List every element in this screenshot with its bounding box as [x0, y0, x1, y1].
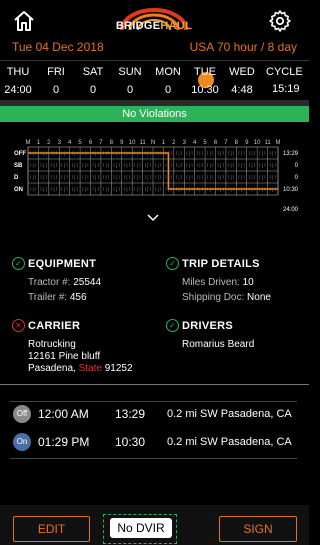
hour-label: 9	[120, 140, 124, 146]
grand-total: 24:00	[283, 207, 299, 213]
hour-label: 1	[37, 140, 41, 146]
shipping-doc-row: Shipping Doc: None	[182, 292, 271, 303]
check-icon: ✓	[166, 257, 179, 270]
day-label-fri[interactable]: FRI	[39, 66, 73, 78]
divider	[0, 60, 309, 61]
home-icon[interactable]	[12, 9, 36, 33]
hour-label: M	[26, 140, 31, 146]
event-duration: 10:30	[115, 435, 146, 449]
day-label-tue[interactable]: TUE	[188, 66, 222, 78]
event-time: 12:00 AM	[38, 407, 89, 421]
carrier-city-state: Pasadena, State 91252	[28, 363, 133, 374]
row-total-d: 0	[295, 175, 299, 181]
hour-label: 7	[224, 140, 228, 146]
cycle-value: 15:19	[272, 83, 300, 95]
dvir-button[interactable]: No DVIR	[110, 518, 172, 538]
row-total-sb: 0	[295, 163, 299, 169]
day-label-wed[interactable]: WED	[225, 66, 259, 78]
row-label-d: D	[14, 175, 19, 181]
hour-label: 3	[183, 140, 187, 146]
hour-label: 5	[203, 140, 207, 146]
event-time: 01:29 PM	[38, 435, 90, 449]
hour-label: 4	[193, 140, 197, 146]
day-hours-mon: 0	[164, 84, 172, 96]
log-date[interactable]: Tue 04 Dec 2018	[12, 40, 104, 54]
hour-label: 7	[99, 140, 103, 146]
row-label-off: OFF	[14, 151, 26, 157]
carrier-name: Rotrucking	[28, 339, 76, 350]
miles-row: Miles Driven: 10	[182, 277, 254, 288]
hour-label: 11	[264, 140, 271, 146]
carrier-title: CARRIER	[28, 320, 81, 332]
day-hours-sun: 0	[126, 84, 134, 96]
driver-name: Romarius Beard	[182, 339, 255, 350]
hour-label: 10	[129, 140, 136, 146]
error-icon: ✕	[12, 319, 25, 332]
sign-button[interactable]: SIGN	[219, 516, 297, 542]
hour-label: 6	[214, 140, 218, 146]
hour-label: 1	[162, 140, 166, 146]
hour-label: 6	[89, 140, 93, 146]
hour-label: 10	[254, 140, 261, 146]
gear-icon[interactable]	[268, 9, 292, 33]
edit-button[interactable]: EDIT	[13, 516, 90, 542]
duty-status-badge: On	[13, 433, 31, 451]
row-label-sb: SB	[14, 163, 23, 169]
hour-label: N	[151, 140, 155, 146]
trailer-row: Trailer #: 456	[28, 292, 87, 303]
hour-label: 8	[235, 140, 239, 146]
chevron-down-icon[interactable]	[147, 214, 159, 222]
day-label-mon[interactable]: MON	[151, 66, 185, 78]
hour-label: 3	[58, 140, 62, 146]
check-icon: ✓	[166, 319, 179, 332]
day-label-sun[interactable]: SUN	[113, 66, 147, 78]
day-label-thu[interactable]: THU	[1, 66, 35, 78]
day-hours-tue: 10:30	[191, 84, 219, 96]
day-hours-fri: 0	[52, 84, 60, 96]
cycle-label: CYCLE	[266, 66, 303, 78]
divider	[10, 401, 297, 402]
hour-label: 8	[110, 140, 114, 146]
violations-banner: No Violations	[0, 106, 309, 122]
duty-status-graph[interactable]: M 1 2 3 4 5 6 7 8 9 10 11 N 1 2 3 4 5 6 7 8 9 10 11 MOFF 13:29SB 0…	[0, 133, 309, 215]
check-icon: ✓	[12, 257, 25, 270]
divider	[0, 384, 309, 385]
drivers-title: DRIVERS	[182, 320, 233, 332]
carrier-street: 12161 Pine bluff	[28, 351, 101, 362]
hour-label: 9	[245, 140, 249, 146]
trip-details-title: TRIP DETAILS	[182, 258, 260, 270]
logo-text: BRIDGEHAUL	[115, 20, 193, 32]
row-total-on: 10:30	[283, 187, 299, 193]
hour-label: 2	[47, 140, 51, 146]
day-hours-sat: 0	[89, 84, 97, 96]
event-duration: 13:29	[115, 407, 146, 421]
row-label-on: ON	[14, 187, 23, 193]
equipment-title: EQUIPMENT	[28, 258, 97, 270]
day-hours-thu: 24:00	[4, 84, 32, 96]
day-hours-wed: 4:48	[231, 84, 253, 96]
hour-label: 4	[68, 140, 72, 146]
tractor-row: Tractor #: 25544	[28, 277, 102, 288]
hos-rule: USA 70 hour / 8 day	[189, 40, 297, 54]
day-label-sat[interactable]: SAT	[76, 66, 110, 78]
event-location: 0.2 mi SW Pasadena, CA	[167, 436, 292, 448]
hour-label: 2	[172, 140, 176, 146]
divider	[10, 458, 297, 459]
hour-label: 5	[78, 140, 82, 146]
hour-label: M	[276, 140, 281, 146]
hour-label: 11	[139, 140, 146, 146]
row-total-off: 13:29	[283, 151, 299, 157]
event-location: 0.2 mi SW Pasadena, CA	[167, 408, 292, 420]
duty-status-badge: Off	[13, 405, 31, 423]
